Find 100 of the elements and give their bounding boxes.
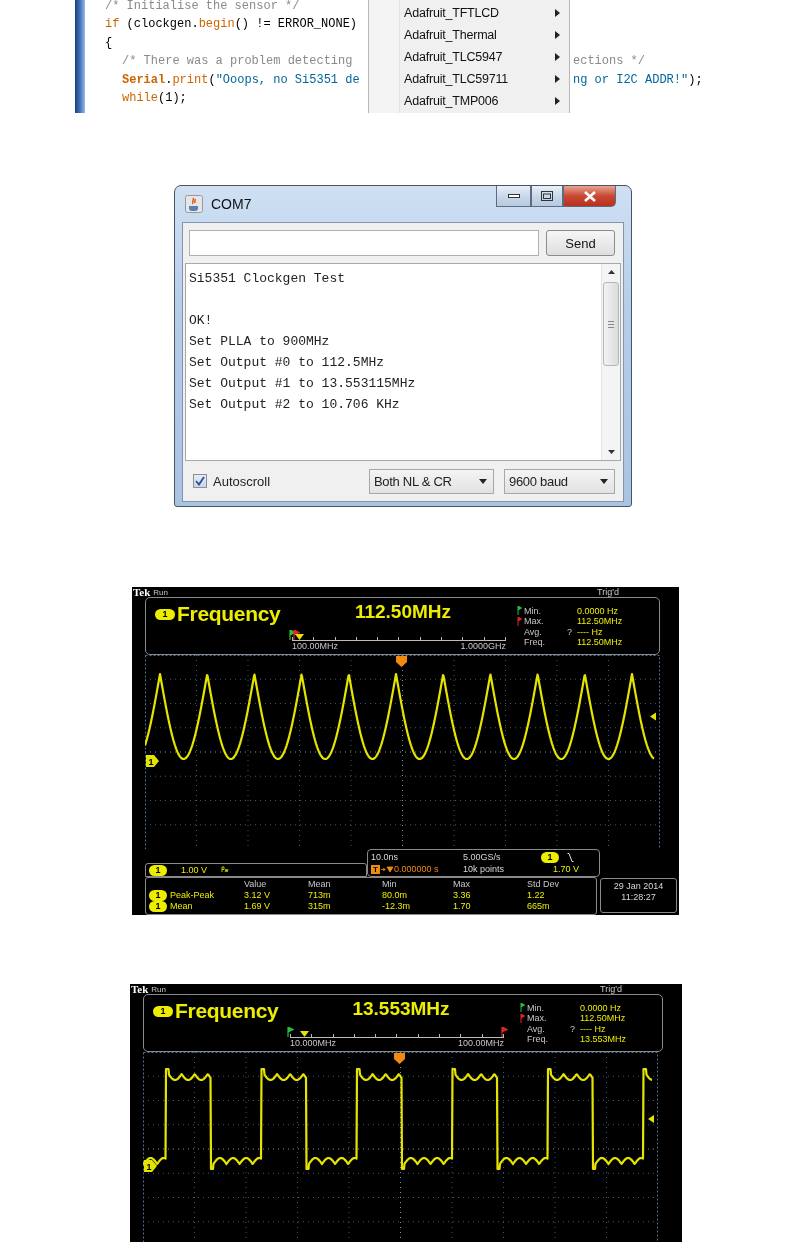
close-button[interactable]: [563, 186, 616, 207]
stat-label: Min.: [524, 605, 541, 617]
column-header: Value: [244, 879, 267, 890]
table-cell: 315m: [308, 901, 331, 912]
caret-icon: [479, 478, 487, 484]
table-cell: 713m: [308, 890, 331, 901]
table-cell: 3.36: [453, 890, 471, 901]
stat-value: 112.50MHz: [580, 1013, 626, 1024]
channel-ground-marker: 1: [144, 1160, 157, 1172]
stat-value: ---- Hz: [577, 626, 603, 637]
bandwidth-limit-icon: [221, 866, 230, 874]
code-line: /* There was a problem detecting: [121, 54, 353, 71]
line-ending-dropdown[interactable]: Both NL & CR: [369, 468, 494, 494]
column-header: Mean: [308, 879, 331, 890]
channel-badge: 1: [149, 864, 167, 876]
stat-label: Avg.: [527, 1023, 545, 1034]
maximize-button[interactable]: [531, 186, 563, 207]
table-cell: -12.3m: [382, 901, 410, 912]
falling-edge-icon: [567, 852, 574, 862]
stat-note: ?: [567, 626, 572, 637]
channel-badge: 1: [153, 1005, 173, 1017]
grip-icon: [608, 320, 614, 328]
stat-label: Freq.: [527, 1033, 548, 1045]
code-line: Serial.print("Ooops, no Si5351 de: [121, 72, 360, 89]
table-cell: 80.0m: [382, 890, 407, 901]
menu-item[interactable]: Adafruit_Thermal: [369, 24, 569, 46]
measurement-value: 112.50MHz: [354, 601, 452, 623]
scale-start-label: 10.000MHz: [290, 1038, 337, 1049]
stat-value: 0.0000 Hz: [580, 1002, 622, 1014]
run-status: Run: [153, 587, 168, 597]
stat-value: 13.553MHz: [580, 1033, 627, 1045]
scroll-down-icon: [607, 450, 615, 454]
minimize-button[interactable]: [496, 186, 531, 207]
output-line: OK!: [189, 312, 213, 330]
input-field[interactable]: [189, 230, 539, 256]
stat-note: ?: [570, 1023, 575, 1034]
trigger-position: 0.000000 s: [394, 864, 439, 876]
maximize-icon: [541, 191, 553, 201]
send-button[interactable]: Send: [546, 230, 615, 256]
caret-icon: [600, 478, 608, 484]
trigger-badge: T: [371, 865, 380, 875]
record-length: 10k points: [463, 864, 505, 876]
trigger-level: 1.70 V: [553, 864, 580, 876]
channel-ground-marker: 1: [146, 755, 159, 767]
measurement-name: Frequency: [175, 999, 279, 1023]
trigger-status: Trig'd: [600, 984, 622, 994]
code-line: /* Initialise the sensor */: [105, 0, 300, 15]
trigger-position-icon: [394, 1053, 405, 1064]
table-cell: 1.69 V: [244, 901, 271, 912]
brand-label: Tek: [131, 984, 149, 994]
stat-value: 0.0000 Hz: [577, 605, 619, 617]
menu-item[interactable]: Adafruit_TLC5947: [369, 46, 569, 68]
table-cell: 1.22: [527, 890, 545, 901]
brand-label: Tek: [133, 587, 151, 597]
row-label: Peak-Peak: [170, 890, 215, 901]
scroll-up-icon: [607, 270, 615, 274]
menu-item[interactable]: Adafruit_TFTLCD: [369, 2, 569, 24]
output-line: Set Output #2 to 10.706 KHz: [189, 396, 400, 414]
stat-label: Freq.: [524, 636, 545, 648]
volts-per-division: 1.00 V: [181, 864, 208, 876]
trigger-position-icon: [396, 656, 407, 667]
run-status: Run: [151, 984, 166, 994]
output-line: Si5351 Clockgen Test: [189, 270, 346, 288]
stat-value: ---- Hz: [580, 1023, 606, 1034]
channel-badge: 1: [149, 890, 167, 901]
code-line: {: [105, 35, 113, 52]
scale-end-label: 1.0000GHz: [460, 641, 506, 652]
window-title: COM7: [211, 196, 252, 212]
arrow-icon: [381, 866, 393, 874]
minimize-icon: [507, 194, 520, 198]
time-per-division: 10.0ns: [371, 851, 399, 863]
close-icon: [583, 190, 596, 202]
baud-rate-dropdown[interactable]: 9600 baud: [504, 468, 615, 494]
table-cell: 665m: [527, 901, 550, 912]
autoscroll-label: Autoscroll: [213, 473, 271, 489]
stat-value: 112.50MHz: [577, 636, 623, 648]
scrollbar-thumb[interactable]: [603, 282, 619, 366]
trigger-level-icon: [650, 712, 656, 721]
trigger-level-icon: [648, 1115, 654, 1123]
trigger-status: Trig'd: [597, 587, 619, 597]
column-header: Max: [453, 879, 470, 890]
java-cup-icon: [185, 195, 203, 213]
code-line: while(1);: [121, 90, 187, 107]
channel-badge: 1: [541, 851, 559, 863]
sample-rate: 5.00GS/s: [463, 851, 501, 863]
output-line: Set Output #1 to 13.553115MHz: [189, 375, 416, 393]
table-cell: 1.70: [453, 901, 471, 912]
stat-label: Avg.: [524, 626, 542, 637]
code-line: ng or I2C ADDR!");: [573, 72, 703, 89]
autoscroll-checkbox[interactable]: [193, 474, 207, 488]
menu-item[interactable]: Adafruit_TMP006: [369, 90, 569, 112]
scale-start-label: 100.00MHz: [292, 641, 339, 652]
measurement-value: 13.553MHz: [352, 998, 450, 1020]
scrollbar[interactable]: [601, 264, 620, 460]
menu-item[interactable]: Adafruit_TLC59711: [369, 68, 569, 90]
code-line: ections */: [573, 54, 645, 71]
measurement-name: Frequency: [177, 602, 281, 626]
channel-badge: 1: [155, 608, 175, 620]
table-cell: 3.12 V: [244, 890, 271, 901]
stat-label: Max.: [527, 1013, 547, 1024]
